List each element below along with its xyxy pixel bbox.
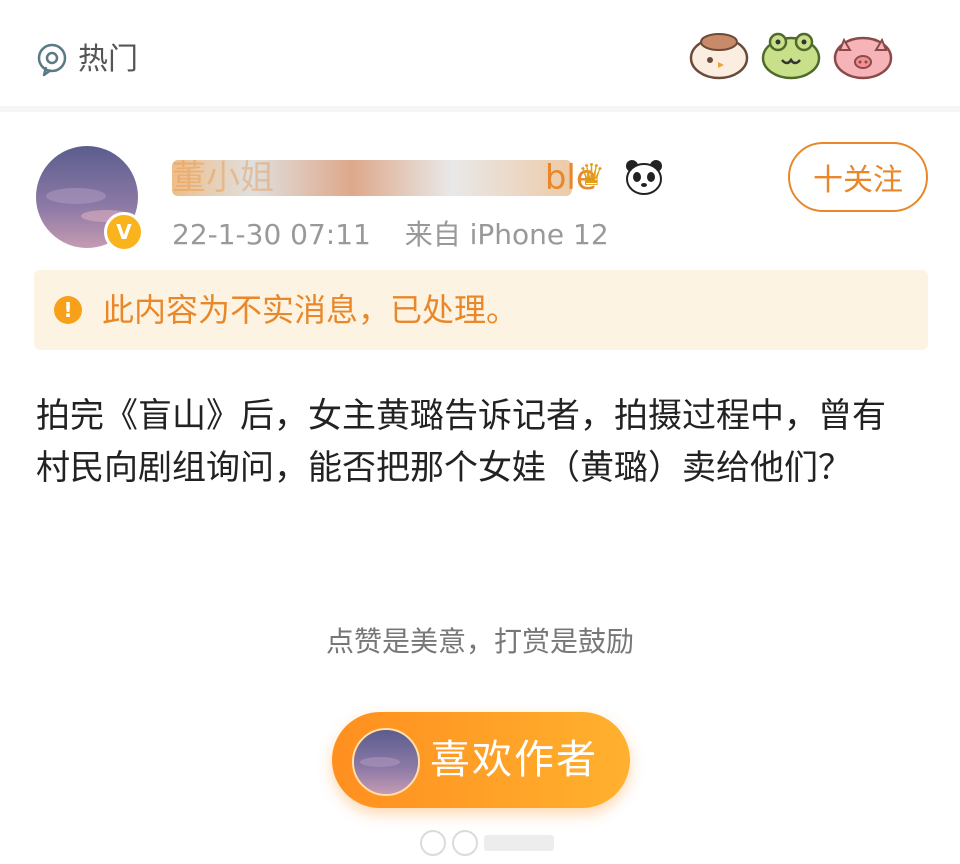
reward-text: 点赞是美意，打赏是鼓励 — [325, 625, 634, 658]
misinformation-notice: ! 此内容为不实消息，已处理。 — [34, 270, 928, 350]
emoji-group — [688, 28, 894, 80]
follow-button[interactable]: 十关注 — [788, 142, 928, 212]
author-name[interactable]: 董小姐 ble — [172, 156, 597, 200]
frog-emoji-icon[interactable] — [760, 28, 822, 80]
warning-icon: ! — [54, 296, 82, 324]
top-bar: 热门 — [0, 0, 960, 108]
verified-badge: V — [104, 212, 144, 252]
like-author-avatar — [352, 728, 420, 796]
post-meta: 22-1-30 07:11 来自 iPhone 12 — [172, 216, 609, 254]
warning-text: 此内容为不实消息，已处理。 — [102, 291, 519, 329]
watermark — [420, 830, 554, 856]
watermark-text-block — [484, 835, 554, 851]
watermark-logo-icon — [452, 830, 478, 856]
header-divider — [0, 106, 960, 112]
bird-emoji-icon[interactable] — [688, 28, 750, 80]
hot-tab[interactable]: 热门 — [36, 40, 138, 80]
crown-icon: ♛ — [578, 158, 605, 193]
author-name-text: 董小姐 — [172, 158, 274, 198]
like-author-button[interactable]: 喜欢作者 — [332, 712, 630, 808]
post-content: 拍完《盲山》后，女主黄璐告诉记者，拍摄过程中，曾有村民向剧组询问，能否把那个女娃… — [36, 396, 886, 488]
panda-icon — [626, 160, 662, 195]
hot-label: 热门 — [78, 42, 138, 77]
like-author-label: 喜欢作者 — [430, 737, 598, 783]
hot-topic-icon — [37, 43, 67, 77]
watermark-logo-icon — [420, 830, 446, 856]
post-source: 来自 iPhone 12 — [404, 218, 609, 251]
post-time: 22-1-30 07:11 — [172, 218, 371, 251]
pig-emoji-icon[interactable] — [832, 28, 894, 80]
